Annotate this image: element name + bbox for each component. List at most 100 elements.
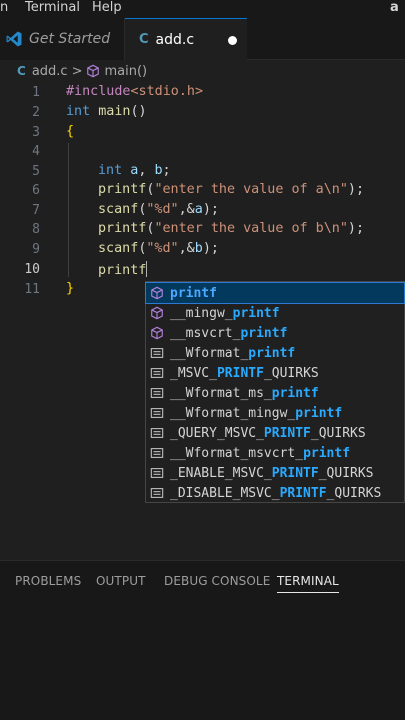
method-icon [151, 306, 163, 320]
suggestion-text: _QUIRKS [310, 425, 366, 441]
suggestion-match: printf [295, 405, 343, 421]
breadcrumb: C add.c > main() [0, 60, 405, 82]
code-token: printf [98, 263, 147, 278]
suggestion-text: __Wformat_msvcrt_ [170, 445, 304, 461]
menu-right-glyph: a [390, 0, 399, 15]
suggestion-text: _QUIRKS [318, 465, 374, 481]
editor-tab-bar: Get Started C add.c [0, 18, 405, 60]
code-token: { [66, 124, 75, 139]
suggestion-item[interactable]: _DISABLE_MSVC_ PRINTF _QUIRKS [146, 483, 404, 503]
suggestion-match: printf [232, 305, 280, 321]
tab-problems[interactable]: PROBLEMS [15, 574, 81, 588]
menu-item-help[interactable]: Help [92, 0, 122, 16]
tab-terminal[interactable]: TERMINAL [277, 574, 339, 593]
code-token: } [66, 281, 75, 296]
c-file-icon: C [17, 64, 26, 78]
code-line-6: printf("enter the value of a\n"); [98, 182, 365, 197]
code-line-1: #include<stdio.h> [66, 84, 203, 99]
suggestion-item[interactable]: _MSVC_ PRINTF _QUIRKS [146, 363, 404, 383]
code-token: b [194, 241, 203, 256]
line-number: 5 [32, 164, 40, 179]
line-number: 2 [32, 105, 40, 120]
bottom-panel: PROBLEMS OUTPUT DEBUG CONSOLE TERMINAL [0, 560, 405, 720]
suggestion-item[interactable]: __msvcrt_ printf [146, 323, 404, 343]
vscode-icon [6, 31, 22, 47]
code-line-10: printf [98, 261, 148, 278]
code-line-11: } [66, 281, 74, 296]
code-line-3: { [66, 124, 74, 139]
tab-get-started[interactable]: Get Started [0, 18, 125, 60]
code-token: scanf [98, 202, 139, 217]
tab-debug-console[interactable]: DEBUG CONSOLE [164, 574, 270, 588]
constant-icon [150, 448, 164, 458]
code-token: a [130, 163, 139, 178]
constant-icon [150, 388, 164, 398]
line-number: 7 [32, 203, 40, 218]
line-number: 8 [32, 222, 40, 237]
line-number: 3 [32, 125, 40, 140]
menu-bar: n Terminal Help a [0, 0, 405, 18]
breadcrumb-symbol[interactable]: main() [104, 64, 147, 79]
menu-item-partial[interactable]: n [0, 0, 8, 16]
suggestion-text: __mingw_ [170, 305, 233, 321]
code-token: scanf [98, 241, 139, 256]
suggestion-text: _QUIRKS [263, 365, 319, 381]
tab-label: Get Started [29, 31, 111, 47]
line-number: 9 [32, 242, 40, 257]
code-token: "enter the value of b\n" [154, 221, 348, 236]
suggestion-item[interactable]: _ENABLE_MSVC_ PRINTF _QUIRKS [146, 463, 404, 483]
suggestion-item-selected[interactable]: printf [145, 282, 405, 304]
line-number: 1 [32, 85, 40, 100]
suggestion-text: _MSVC_ [170, 365, 217, 381]
suggestion-item[interactable]: __Wformat_mingw_ printf [146, 403, 404, 423]
code-line-5: int a, b; [98, 163, 171, 178]
line-number: 4 [32, 144, 40, 159]
code-token: b [154, 163, 163, 178]
suggestion-item[interactable]: __mingw_ printf [146, 303, 404, 323]
line-number: 6 [32, 183, 40, 198]
suggestion-match: printf [248, 345, 296, 361]
suggestion-item[interactable]: __Wformat_ms_ printf [146, 383, 404, 403]
indent-guide [68, 143, 69, 277]
suggestion-match: printf [170, 285, 217, 301]
code-token: printf [98, 221, 147, 236]
text-cursor [146, 261, 148, 277]
code-token: <stdio.h> [130, 84, 204, 99]
line-number: 11 [24, 282, 40, 297]
autocomplete-suggestions[interactable]: printf __mingw_ printf __msvcrt_ printf __Wfo… [145, 281, 405, 503]
unsaved-dot-icon[interactable] [228, 36, 237, 45]
suggestion-item[interactable]: __Wformat_ printf [146, 343, 404, 363]
suggestion-match: printf [240, 325, 288, 341]
method-icon [151, 326, 163, 340]
suggestion-item[interactable]: _QUERY_MSVC_ PRINTF _QUIRKS [146, 423, 404, 443]
constant-icon [150, 368, 164, 378]
code-token: "enter the value of a\n" [154, 182, 348, 197]
constant-icon [150, 348, 164, 358]
code-token: int [98, 163, 123, 178]
suggestion-text: _ENABLE_MSVC_ [170, 465, 272, 481]
tab-label: add.c [155, 31, 195, 48]
c-file-icon: C [139, 32, 149, 47]
suggestion-text: __Wformat_ [170, 345, 249, 361]
method-icon [151, 286, 163, 300]
code-line-2: int main() [66, 104, 147, 119]
constant-icon [150, 428, 164, 438]
suggestion-text: __Wformat_ms_ [170, 385, 272, 401]
tab-add-c[interactable]: C add.c [125, 18, 247, 60]
breadcrumb-file[interactable]: add.c [32, 64, 68, 79]
code-token: printf [98, 182, 147, 197]
suggestion-text: __Wformat_mingw_ [170, 405, 296, 421]
breadcrumb-separator: > [71, 63, 83, 79]
menu-item-terminal[interactable]: Terminal [25, 0, 80, 16]
code-line-7: scanf("%d",&a); [98, 202, 219, 217]
suggestion-item[interactable]: __Wformat_msvcrt_ printf [146, 443, 404, 463]
suggestion-match: PRINTF [279, 485, 327, 501]
suggestion-text: _QUERY_MSVC_ [170, 425, 264, 441]
suggestion-match: PRINTF [263, 425, 311, 441]
tab-output[interactable]: OUTPUT [96, 574, 146, 588]
suggestion-match: printf [271, 385, 319, 401]
suggestion-text: __msvcrt_ [170, 325, 241, 341]
code-token: a [194, 202, 203, 217]
suggestion-text: _DISABLE_MSVC_ [170, 485, 280, 501]
suggestion-match: printf [303, 445, 351, 461]
